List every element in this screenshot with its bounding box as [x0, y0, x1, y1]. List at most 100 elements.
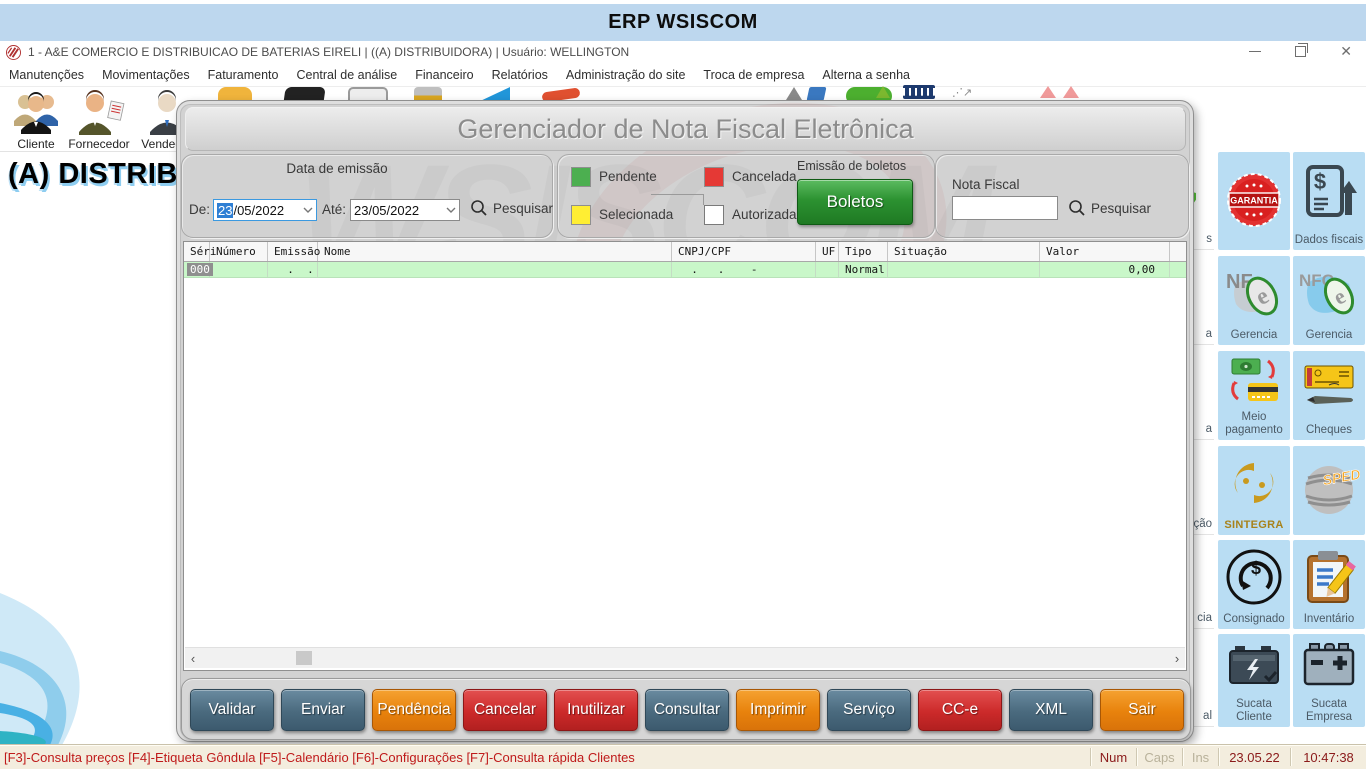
cancelar-button[interactable]: Cancelar	[463, 689, 547, 731]
app-header: ERP WSISCOM	[0, 4, 1366, 41]
date-from-label: De:	[189, 202, 210, 217]
toolbar-icon-12[interactable]: ⋰↗	[952, 88, 970, 98]
table-header-row: Séri Número Emissão Nome CNPJ/CPF UF Tip…	[184, 242, 1186, 262]
cell-nome	[318, 262, 672, 277]
sidebar-tile-cheques[interactable]: Cheques	[1293, 351, 1365, 440]
chevron-down-icon[interactable]	[446, 207, 456, 213]
sidebar-tile-inventario[interactable]: Inventário	[1293, 540, 1365, 629]
toolbar-cliente-button[interactable]: Cliente	[5, 90, 67, 151]
toolbar-icon-14[interactable]	[1063, 86, 1079, 98]
cce-button[interactable]: CC-e	[918, 689, 1002, 731]
menu-alterna-senha[interactable]: Alterna a senha	[813, 68, 919, 82]
sidebar-tile-meio-pagamento[interactable]: Meio pagamento	[1218, 351, 1290, 440]
sidebar-tile-nfce[interactable]: NFC e Gerencia	[1293, 256, 1365, 345]
nota-fiscal-search-button[interactable]: Pesquisar	[1068, 199, 1151, 217]
col-cnpj[interactable]: CNPJ/CPF	[672, 242, 816, 261]
toolbar-icon-8[interactable]	[807, 87, 827, 101]
boletos-button[interactable]: Boletos	[797, 179, 913, 225]
sidebar-tile-nfe[interactable]: NF e Gerencia	[1218, 256, 1290, 345]
menu-faturamento[interactable]: Faturamento	[199, 68, 288, 82]
col-serie[interactable]: Séri	[184, 242, 210, 261]
legend-cancelada-label: Cancelada	[732, 169, 797, 184]
menubar: Manutenções Movimentações Faturamento Ce…	[0, 63, 1366, 87]
invoice-table: Séri Número Emissão Nome CNPJ/CPF UF Tip…	[183, 241, 1187, 671]
pendencia-button[interactable]: Pendência	[372, 689, 456, 731]
col-nome[interactable]: Nome	[318, 242, 672, 261]
cell-numero	[210, 262, 268, 277]
date-from-selected-day: 23	[217, 203, 233, 218]
toolbar-icon-7[interactable]	[786, 87, 802, 100]
toolbar-icon-10[interactable]	[876, 86, 890, 98]
sair-button[interactable]: Sair	[1100, 689, 1184, 731]
menu-relatorios[interactable]: Relatórios	[483, 68, 557, 82]
garantia-badge-icon: GARANTIA	[1223, 152, 1285, 247]
sintegra-icon	[1226, 446, 1282, 519]
horizontal-scrollbar[interactable]: ‹ ›	[185, 647, 1185, 668]
sidebar-tile-sintegra[interactable]: SINTEGRA	[1218, 446, 1290, 535]
xml-button[interactable]: XML	[1009, 689, 1093, 731]
date-from-input[interactable]: 23/05/2022	[213, 199, 317, 221]
restore-button[interactable]	[1295, 46, 1306, 57]
nfce-icon: NFC e	[1297, 256, 1361, 329]
col-valor[interactable]: Valor	[1040, 242, 1170, 261]
imprimir-button[interactable]: Imprimir	[736, 689, 820, 731]
menu-financeiro[interactable]: Financeiro	[406, 68, 482, 82]
sidebar-tile-sped[interactable]: SPED	[1293, 446, 1365, 535]
legend-autorizada-label: Autorizada	[732, 207, 797, 222]
enviar-button[interactable]: Enviar	[281, 689, 365, 731]
cell-serie: 000	[184, 262, 210, 277]
status-legend-panel: Pendente Cancelada Selecionada Autorizad…	[557, 154, 935, 238]
nota-fiscal-label: Nota Fiscal	[952, 177, 1020, 192]
toolbar-cliente-label: Cliente	[5, 137, 67, 151]
menu-administracao-site[interactable]: Administração do site	[557, 68, 695, 82]
date-to-label: Até:	[322, 202, 346, 217]
scrollbar-thumb[interactable]	[296, 651, 312, 665]
col-tipo[interactable]: Tipo	[839, 242, 888, 261]
validar-button[interactable]: Validar	[190, 689, 274, 731]
wave-decoration	[0, 553, 200, 745]
date-search-button[interactable]: Pesquisar	[470, 199, 553, 217]
cell-uf	[816, 262, 839, 277]
date-to-input[interactable]: 23/05/2022	[350, 199, 460, 221]
inventario-icon	[1300, 540, 1358, 613]
legend-selecionada-swatch	[571, 205, 591, 225]
col-emissao[interactable]: Emissão	[268, 242, 318, 261]
col-numero[interactable]: Número	[210, 242, 268, 261]
statusbar: [F3]-Consulta preços [F4]-Etiqueta Gôndu…	[0, 744, 1366, 769]
scroll-right-arrow[interactable]: ›	[1169, 651, 1185, 666]
caps-lock-indicator: Caps	[1136, 748, 1182, 766]
inutilizar-button[interactable]: Inutilizar	[554, 689, 638, 731]
menu-manutencoes[interactable]: Manutenções	[0, 68, 93, 82]
table-row[interactable]: 000 . . . . - Normal 0,00	[184, 262, 1186, 278]
scroll-left-arrow[interactable]: ‹	[185, 651, 201, 666]
window-title: 1 - A&E COMERCIO E DISTRIBUICAO DE BATER…	[28, 45, 629, 59]
menu-central-analise[interactable]: Central de análise	[287, 68, 406, 82]
nota-fiscal-input[interactable]	[952, 196, 1058, 220]
minimize-button[interactable]	[1249, 51, 1261, 52]
status-time: 10:47:38	[1290, 748, 1366, 766]
toolbar-icon-13[interactable]	[1040, 86, 1056, 98]
dados-fiscais-icon: $	[1300, 152, 1358, 234]
wsiscom-logo-icon	[6, 45, 21, 60]
legend-pendente-label: Pendente	[599, 169, 657, 184]
nota-fiscal-panel: Nota Fiscal Pesquisar	[935, 154, 1189, 238]
cell-valor: 0,00	[1040, 262, 1170, 277]
servico-button[interactable]: Serviço	[827, 689, 911, 731]
sidebar-tile-sucata-cliente[interactable]: Sucata Cliente	[1218, 634, 1290, 727]
sidebar-tile-sucata-empresa[interactable]: Sucata Empresa	[1293, 634, 1365, 727]
consultar-button[interactable]: Consultar	[645, 689, 729, 731]
sidebar-tile-consignado[interactable]: $ Consignado	[1218, 540, 1290, 629]
col-uf[interactable]: UF	[816, 242, 839, 261]
search-icon	[1068, 199, 1086, 217]
menu-movimentacoes[interactable]: Movimentações	[93, 68, 199, 82]
chevron-down-icon[interactable]	[303, 207, 313, 213]
toolbar-icon-11[interactable]	[903, 85, 935, 99]
legend-autorizada-checkbox[interactable]	[704, 205, 724, 225]
close-button[interactable]: ✕	[1340, 44, 1352, 58]
cheques-icon	[1299, 351, 1359, 424]
sidebar-tile-garantia[interactable]: GARANTIA	[1218, 152, 1290, 250]
col-situacao[interactable]: Situação	[888, 242, 1040, 261]
menu-troca-empresa[interactable]: Troca de empresa	[694, 68, 813, 82]
sidebar-tile-dados-fiscais[interactable]: $ Dados fiscais	[1293, 152, 1365, 250]
toolbar-fornecedor-button[interactable]: Fornecedor	[68, 90, 130, 151]
